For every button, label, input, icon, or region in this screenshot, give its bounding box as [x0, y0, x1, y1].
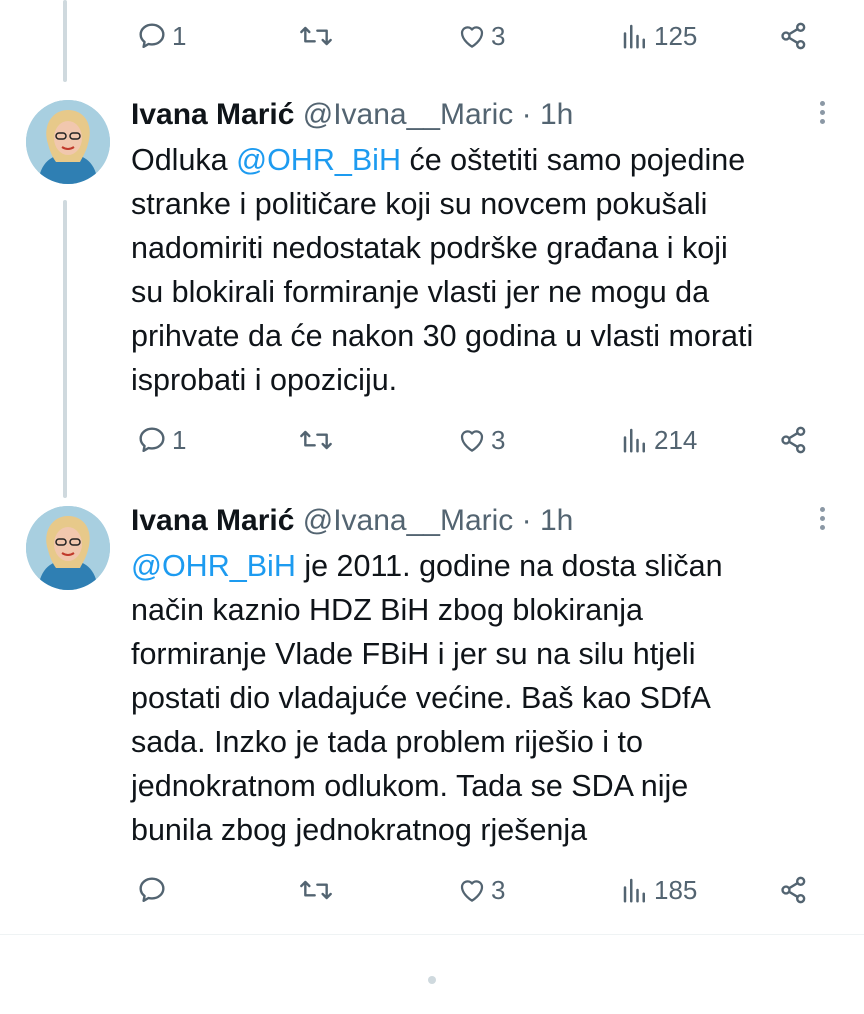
- heart-icon: [457, 21, 487, 51]
- share-icon: [778, 874, 810, 906]
- tweet-text-line: su blokirali formiranje vlasti jer ne mo…: [131, 275, 710, 309]
- tweet-actions-previous: 1 3 125: [0, 16, 864, 56]
- tweet-text-line: postati dio vladajuće većine. Baš kao SD…: [131, 681, 711, 715]
- views-count: 125: [654, 20, 698, 51]
- views-count: 214: [654, 424, 698, 455]
- author-handle[interactable]: @Ivana__Maric: [303, 504, 514, 537]
- tweet-header: Ivana Marić @Ivana__Maric · 1h: [131, 503, 573, 539]
- tweet-text-line: stranke i političare koji su novcem poku…: [131, 187, 708, 221]
- tweet-text-line: formiranje Vlade FBiH i jer su na silu h…: [131, 637, 696, 671]
- more-icon[interactable]: [820, 507, 826, 534]
- tweet-text-line: bunila zbog jednokratnog rješenja: [131, 813, 588, 847]
- tweet-text-line: Odluka @OHR_BiH će oštetiti samo pojedin…: [131, 143, 746, 177]
- like-count: 3: [491, 424, 506, 455]
- share-icon: [778, 424, 810, 456]
- separator-dot: ·: [521, 504, 532, 537]
- share-icon: [778, 20, 810, 52]
- views-icon: [620, 875, 650, 905]
- retweet-icon: [298, 424, 334, 456]
- reply-button[interactable]: [136, 870, 172, 910]
- tweet-text: @OHR_BiH je 2011. godine na dosta sličan…: [131, 544, 846, 852]
- tweet-text: Odluka @OHR_BiH će oštetiti samo pojedin…: [131, 138, 846, 402]
- tweet-text-line: sada. Inzko je tada problem riješio i to: [131, 725, 643, 759]
- like-count: 3: [491, 20, 506, 51]
- retweet-button[interactable]: [298, 16, 334, 56]
- views-icon: [620, 425, 650, 455]
- reply-count: 1: [172, 424, 187, 455]
- like-count: 3: [491, 874, 506, 905]
- tweet-text-line: nadomiriti nedostatak podrške građana i …: [131, 231, 728, 265]
- author-handle[interactable]: @Ivana__Maric: [303, 98, 514, 131]
- timestamp[interactable]: 1h: [540, 98, 573, 131]
- views-button[interactable]: 125: [620, 16, 697, 56]
- retweet-button[interactable]: [298, 420, 334, 460]
- tweet-text-line: isprobati i opoziciju.: [131, 363, 398, 397]
- timestamp[interactable]: 1h: [540, 504, 573, 537]
- share-button[interactable]: [778, 420, 810, 460]
- author-name[interactable]: Ivana Marić: [131, 98, 294, 131]
- like-button[interactable]: 3: [457, 16, 505, 56]
- author-name[interactable]: Ivana Marić: [131, 504, 294, 537]
- reply-icon: [136, 874, 168, 906]
- tweet-text-line: način kaznio HDZ BiH zbog blokiranja: [131, 593, 643, 627]
- like-button[interactable]: 3: [457, 420, 505, 460]
- share-button[interactable]: [778, 16, 810, 56]
- tweet-header: Ivana Marić @Ivana__Maric · 1h: [131, 97, 573, 133]
- reply-button[interactable]: 1: [136, 420, 186, 460]
- tweet-actions: 1 3 214: [0, 420, 864, 460]
- retweet-icon: [298, 20, 334, 52]
- avatar[interactable]: [26, 506, 110, 590]
- reply-icon: [136, 424, 168, 456]
- separator-dot: ·: [521, 98, 532, 131]
- loading-indicator: [428, 976, 436, 984]
- tweet-text-line: @OHR_BiH je 2011. godine na dosta sličan: [131, 549, 723, 583]
- retweet-icon: [298, 874, 334, 906]
- heart-icon: [457, 425, 487, 455]
- retweet-button[interactable]: [298, 870, 334, 910]
- divider: [0, 934, 864, 935]
- reply-icon: [136, 20, 168, 52]
- share-button[interactable]: [778, 870, 810, 910]
- like-button[interactable]: 3: [457, 870, 505, 910]
- views-count: 185: [654, 874, 698, 905]
- reply-button[interactable]: 1: [136, 16, 186, 56]
- tweet-actions: 3 185: [0, 870, 864, 910]
- heart-icon: [457, 875, 487, 905]
- more-icon[interactable]: [820, 101, 826, 128]
- views-button[interactable]: 214: [620, 420, 697, 460]
- avatar[interactable]: [26, 100, 110, 184]
- views-icon: [620, 21, 650, 51]
- tweet-text-line: jednokratnom odlukom. Tada se SDA nije: [131, 769, 689, 803]
- views-button[interactable]: 185: [620, 870, 697, 910]
- mention-link[interactable]: @OHR_BiH: [236, 143, 401, 177]
- tweet-text-line: prihvate da će nakon 30 godina u vlasti …: [131, 319, 754, 353]
- reply-count: 1: [172, 20, 187, 51]
- mention-link[interactable]: @OHR_BiH: [131, 549, 296, 583]
